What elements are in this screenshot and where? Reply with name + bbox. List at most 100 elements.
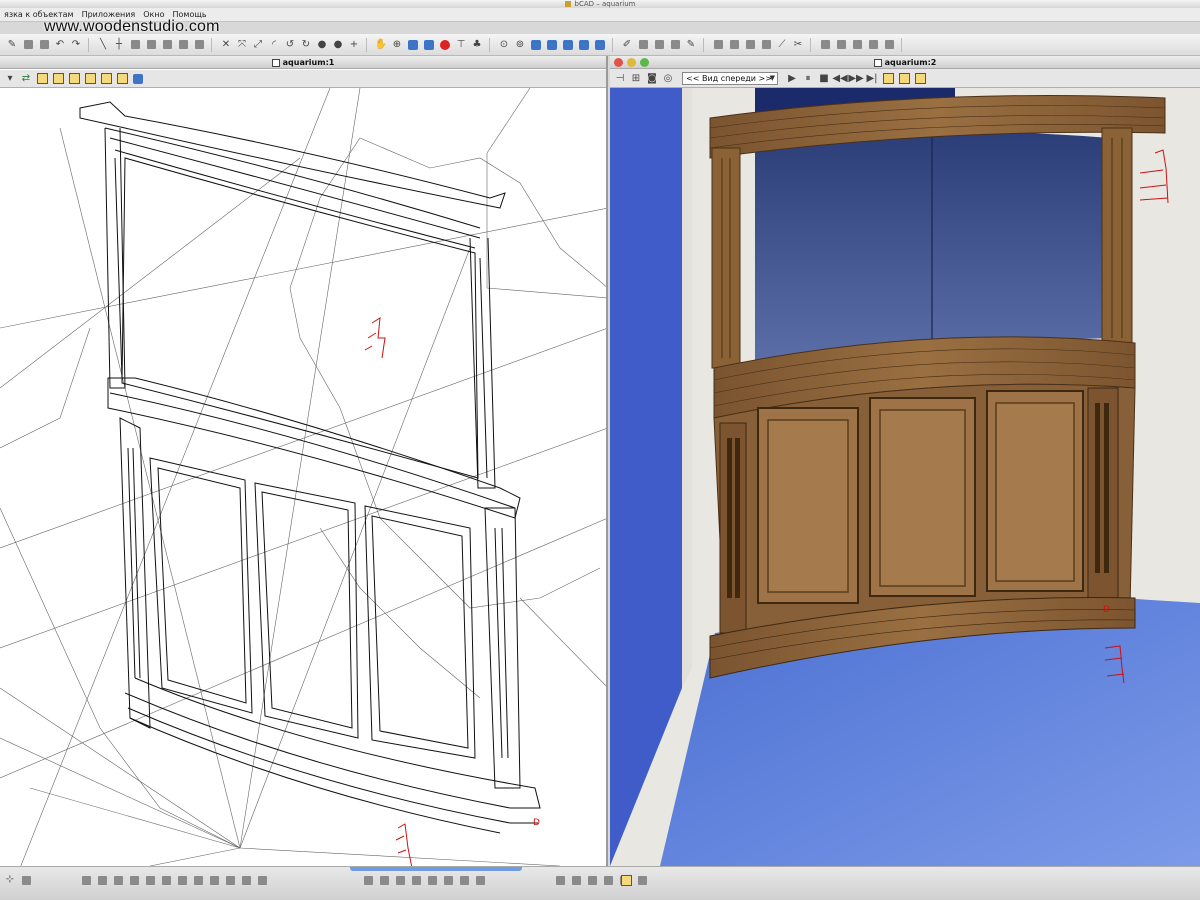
view-select[interactable]: << Вид спереди >> ▼ — [682, 72, 778, 85]
shape11-icon[interactable] — [239, 873, 253, 887]
edit2-icon[interactable] — [377, 873, 391, 887]
rewind-icon[interactable]: ◀◀ — [832, 72, 847, 86]
shape9-icon[interactable] — [207, 873, 221, 887]
document-icon[interactable] — [882, 38, 896, 52]
view-top-icon[interactable] — [561, 38, 575, 52]
pause-icon[interactable]: ⏸ — [801, 72, 815, 86]
material-icon[interactable]: ✐ — [620, 38, 634, 52]
group-icon[interactable] — [727, 38, 741, 52]
close-button[interactable] — [614, 58, 623, 67]
cross-icon[interactable]: ┼ — [112, 38, 126, 52]
paste-icon[interactable] — [37, 38, 51, 52]
camera-icon[interactable]: ◙ — [645, 72, 659, 86]
edit8-icon[interactable] — [473, 873, 487, 887]
shape6-icon[interactable] — [159, 873, 173, 887]
settings-icon[interactable] — [850, 38, 864, 52]
cube-hidden-icon[interactable] — [897, 72, 911, 86]
edit7-icon[interactable] — [457, 873, 471, 887]
render-icon[interactable]: ♣ — [470, 38, 484, 52]
shape2-icon[interactable] — [95, 873, 109, 887]
shape8-icon[interactable] — [191, 873, 205, 887]
box5-icon[interactable] — [192, 38, 206, 52]
box-icon[interactable] — [128, 38, 142, 52]
rotate-ccw-icon[interactable]: ↺ — [283, 38, 297, 52]
shape5-icon[interactable] — [143, 873, 157, 887]
cube-render-icon[interactable] — [913, 72, 927, 86]
viewport-rendered[interactable]: aquarium:2 ⊣ ⊞ ◙ ◎ << Вид спереди >> ▼ ▶… — [610, 56, 1200, 866]
grid-icon[interactable] — [818, 38, 832, 52]
box3-icon[interactable] — [160, 38, 174, 52]
scale-icon[interactable]: ⤢ — [251, 38, 265, 52]
op4-icon[interactable] — [601, 873, 615, 887]
shape10-icon[interactable] — [223, 873, 237, 887]
hand-icon[interactable]: ✋ — [374, 38, 388, 52]
dropdown-icon[interactable]: ▾ — [3, 72, 17, 86]
view-back-icon[interactable] — [593, 38, 607, 52]
shape12-icon[interactable] — [255, 873, 269, 887]
eye-icon[interactable] — [668, 38, 682, 52]
end-icon[interactable]: ▶| — [865, 72, 879, 86]
plus-icon[interactable]: + — [347, 38, 361, 52]
pencil-icon[interactable]: ✎ — [5, 38, 19, 52]
snap-icon[interactable]: ⊹ — [3, 873, 17, 887]
cube-small-icon[interactable] — [99, 72, 113, 86]
edit3-icon[interactable] — [393, 873, 407, 887]
shape3-icon[interactable] — [111, 873, 125, 887]
shape1-icon[interactable] — [79, 873, 93, 887]
light-bulb-icon[interactable]: ◎ — [661, 72, 675, 86]
layers-icon[interactable] — [711, 38, 725, 52]
box4-icon[interactable] — [176, 38, 190, 52]
zoom-icon[interactable]: ⊕ — [390, 38, 404, 52]
ungroup-icon[interactable] — [743, 38, 757, 52]
rotate-icon[interactable] — [422, 38, 436, 52]
redo-icon[interactable]: ↷ — [69, 38, 83, 52]
wireframe-canvas[interactable]: D — [0, 87, 606, 866]
forward-icon[interactable]: ▶▶ — [848, 72, 863, 86]
pan-icon[interactable] — [406, 38, 420, 52]
zoom-in-icon[interactable]: ⊙ — [497, 38, 511, 52]
cut-icon[interactable]: ✂ — [791, 38, 805, 52]
minimize-button[interactable] — [627, 58, 636, 67]
op1-icon[interactable] — [553, 873, 567, 887]
move-icon[interactable]: ⤧ — [235, 38, 249, 52]
copy-icon[interactable] — [21, 38, 35, 52]
stop-icon[interactable]: ■ — [817, 72, 831, 86]
arc-icon[interactable]: ◜ — [267, 38, 281, 52]
cube-render-icon[interactable] — [83, 72, 97, 86]
grid-icon[interactable] — [19, 873, 33, 887]
rotate-cw-icon[interactable]: ↻ — [299, 38, 313, 52]
shape4-icon[interactable] — [127, 873, 141, 887]
viewport-wireframe[interactable]: aquarium:1 ▾ ⇄ D — [0, 56, 608, 866]
maximize-button[interactable] — [640, 58, 649, 67]
cube-wire-icon[interactable] — [35, 72, 49, 86]
light-icon[interactable] — [652, 38, 666, 52]
stop-icon[interactable] — [438, 38, 452, 52]
zoom-out-icon[interactable]: ⊚ — [513, 38, 527, 52]
properties-icon[interactable] — [759, 38, 773, 52]
brush-icon[interactable]: ✎ — [684, 38, 698, 52]
link-icon[interactable]: ⇄ — [19, 72, 33, 86]
cube-shaded-icon[interactable] — [67, 72, 81, 86]
view-side-icon[interactable] — [545, 38, 559, 52]
texture-icon[interactable] — [636, 38, 650, 52]
edit1-icon[interactable] — [361, 873, 375, 887]
cube-small2-icon[interactable] — [115, 72, 129, 86]
table-icon[interactable] — [866, 38, 880, 52]
pin-icon[interactable]: ⊣ — [613, 72, 627, 86]
box2-icon[interactable] — [144, 38, 158, 52]
edit6-icon[interactable] — [441, 873, 455, 887]
shape7-icon[interactable] — [175, 873, 189, 887]
view-front-icon[interactable] — [529, 38, 543, 52]
options-icon[interactable] — [635, 873, 649, 887]
undo-icon[interactable]: ↶ — [53, 38, 67, 52]
panel-icon[interactable] — [131, 72, 145, 86]
render-canvas[interactable]: D — [610, 88, 1200, 866]
bottom-tab-indicator[interactable] — [350, 867, 522, 871]
camera-icon[interactable]: ⊤ — [454, 38, 468, 52]
circle-icon[interactable]: ● — [331, 38, 345, 52]
sphere-icon[interactable]: ● — [315, 38, 329, 52]
tree-icon[interactable]: ⊞ — [629, 72, 643, 86]
material-preview-icon[interactable] — [619, 873, 633, 887]
cube-wire-icon[interactable] — [881, 72, 895, 86]
edit4-icon[interactable] — [409, 873, 423, 887]
